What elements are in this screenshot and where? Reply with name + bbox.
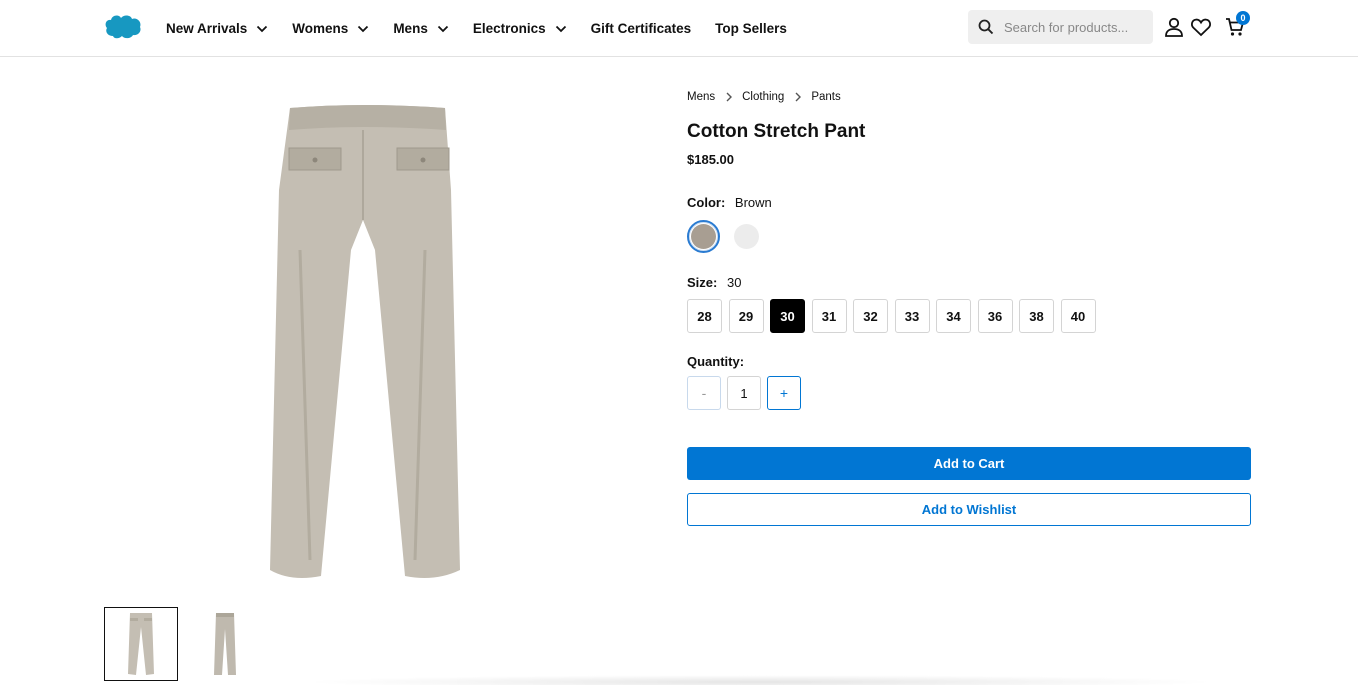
site-header: New Arrivals Womens Mens Electronics Gif…: [0, 0, 1358, 57]
size-option[interactable]: 36: [977, 299, 1013, 333]
product-main-image: [270, 105, 460, 578]
size-option[interactable]: 40: [1060, 299, 1096, 333]
chevron-right-icon: [795, 92, 802, 102]
selected-color-value: Brown: [734, 195, 772, 210]
size-option[interactable]: 33: [894, 299, 930, 333]
size-option[interactable]: 28: [687, 299, 722, 333]
nav-label: Top Sellers: [715, 21, 787, 36]
color-swatch-brown[interactable]: [687, 220, 720, 253]
chevron-down-icon: [358, 25, 369, 32]
wishlist-heart-icon[interactable]: [1190, 16, 1212, 38]
bottom-shadow: [300, 675, 1220, 685]
quantity-decrease-button[interactable]: -: [687, 376, 721, 410]
product-title: Cotton Stretch Pant: [687, 121, 866, 142]
chevron-down-icon: [437, 25, 448, 32]
nav-label: Electronics: [472, 21, 546, 36]
nav-label: Gift Certificates: [590, 21, 692, 36]
size-selector-label: Size: 30: [687, 275, 741, 290]
search-icon: [978, 19, 994, 35]
nav-label: Mens: [393, 21, 428, 36]
chevron-right-icon: [726, 92, 733, 102]
swatch-color-dot: [734, 224, 759, 249]
color-label: Color:: [687, 195, 726, 210]
thumbnail-strip: [104, 607, 272, 681]
breadcrumb: Mens Clothing Pants: [687, 91, 841, 103]
color-swatch-white[interactable]: [730, 220, 763, 253]
nav-electronics[interactable]: Electronics: [473, 21, 567, 36]
salesforce-cloud-logo-icon[interactable]: [104, 12, 142, 40]
nav-top-sellers[interactable]: Top Sellers: [715, 21, 787, 36]
size-option[interactable]: 34: [936, 299, 971, 333]
selected-size-value: 30: [726, 275, 742, 290]
nav-gift-certificates[interactable]: Gift Certificates: [591, 21, 692, 36]
breadcrumb-link-pants[interactable]: Pants: [811, 91, 840, 103]
quantity-increase-button[interactable]: +: [767, 376, 801, 410]
chevron-down-icon: [555, 25, 566, 32]
thumbnail-back-view[interactable]: [104, 607, 178, 681]
thumbnail-pants-image: [214, 613, 236, 675]
breadcrumb-link-clothing[interactable]: Clothing: [742, 91, 784, 103]
account-icon[interactable]: [1163, 16, 1185, 38]
color-selector-label: Color: Brown: [687, 195, 772, 210]
size-option[interactable]: 31: [811, 299, 847, 333]
main-nav: New Arrivals Womens Mens Electronics Gif…: [166, 0, 811, 57]
size-option[interactable]: 38: [1019, 299, 1054, 333]
add-to-cart-button[interactable]: Add to Cart: [687, 447, 1251, 480]
nav-new-arrivals[interactable]: New Arrivals: [166, 21, 268, 36]
product-price: $185.00: [687, 152, 734, 167]
nav-mens[interactable]: Mens: [393, 21, 449, 36]
breadcrumb-link-mens[interactable]: Mens: [687, 91, 715, 103]
search-input[interactable]: [1004, 19, 1144, 35]
size-options: 28 29 30 31 32 33 34 36 38 40: [687, 299, 1102, 333]
chevron-down-icon: [257, 25, 268, 32]
nav-label: Womens: [292, 21, 349, 36]
quantity-label: Quantity:: [687, 354, 745, 369]
thumbnail-side-view[interactable]: [188, 607, 262, 681]
color-swatches: [687, 220, 773, 253]
size-label: Size:: [687, 275, 718, 290]
size-option-selected[interactable]: 30: [770, 299, 805, 333]
size-option[interactable]: 32: [853, 299, 888, 333]
quantity-stepper: - 1 +: [687, 376, 801, 410]
cart-count-badge: 0: [1236, 11, 1250, 25]
nav-womens[interactable]: Womens: [292, 21, 369, 36]
nav-label: New Arrivals: [166, 21, 248, 36]
thumbnail-pants-image: [128, 613, 154, 675]
swatch-color-dot: [691, 224, 716, 249]
quantity-value[interactable]: 1: [727, 376, 761, 410]
search-box[interactable]: [968, 10, 1153, 44]
size-option[interactable]: 29: [728, 299, 764, 333]
add-to-wishlist-button[interactable]: Add to Wishlist: [687, 493, 1251, 526]
